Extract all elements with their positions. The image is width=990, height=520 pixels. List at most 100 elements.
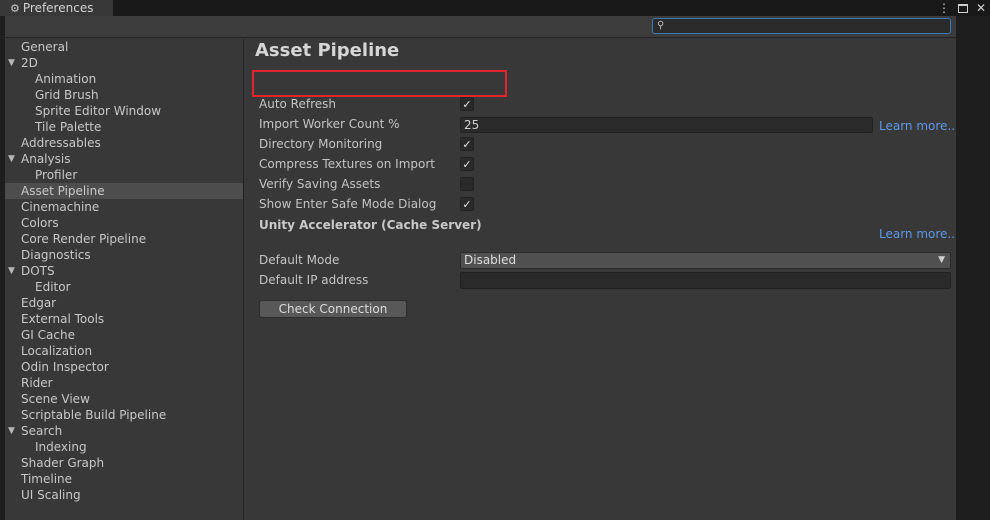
sidebar-item-label: General <box>21 40 69 54</box>
learn-more-link[interactable]: Learn more... <box>879 119 959 133</box>
sidebar-item-label: Scene View <box>21 392 90 406</box>
sidebar-item-label: Edgar <box>21 296 57 310</box>
sidebar-item[interactable]: Cinemachine <box>5 199 243 215</box>
sidebar-item-label: Tile Palette <box>35 120 102 134</box>
sidebar-item-label: Analysis <box>21 152 71 166</box>
sidebar-item[interactable]: External Tools <box>5 311 243 327</box>
page-title: Asset Pipeline <box>255 40 400 61</box>
gear-icon: ⚙ <box>10 1 20 15</box>
safe-mode-dialog-checkbox[interactable]: ✓ <box>460 197 474 211</box>
toolbar: ⚲ <box>5 16 956 38</box>
accelerator-heading: Unity Accelerator (Cache Server) <box>259 218 482 232</box>
sidebar-item-label: Indexing <box>35 440 87 454</box>
default-ip-field[interactable] <box>460 272 951 289</box>
sidebar-item[interactable]: Animation <box>5 71 243 87</box>
verify-saving-checkbox[interactable] <box>460 177 474 191</box>
compress-textures-checkbox[interactable]: ✓ <box>460 157 474 171</box>
close-icon[interactable]: ✕ <box>976 2 986 14</box>
sidebar-item-label: DOTS <box>21 264 55 278</box>
default-mode-label: Default Mode <box>259 253 340 267</box>
sidebar-item-label: Sprite Editor Window <box>35 104 162 118</box>
sidebar-item-label: Localization <box>21 344 93 358</box>
sidebar-item[interactable]: Core Render Pipeline <box>5 231 243 247</box>
sidebar-item[interactable]: Scene View <box>5 391 243 407</box>
maximize-icon[interactable] <box>957 3 968 13</box>
sidebar-item[interactable]: ▼ Analysis <box>5 151 243 167</box>
sidebar-item-label: Timeline <box>21 472 73 486</box>
sidebar-item-label: External Tools <box>21 312 105 326</box>
sidebar-item-label: Rider <box>21 376 53 390</box>
sidebar-item-label: Search <box>21 424 63 438</box>
sidebar-item-label: Odin Inspector <box>21 360 109 374</box>
sidebar-item-label: Scriptable Build Pipeline <box>21 408 167 422</box>
sidebar-item-label: Colors <box>21 216 59 230</box>
default-mode-dropdown[interactable]: Disabled ▼ <box>460 252 951 269</box>
sidebar-item[interactable]: GI Cache <box>5 327 243 343</box>
sidebar-item[interactable]: General <box>5 39 243 55</box>
sidebar-item[interactable]: ▼ 2D <box>5 55 243 71</box>
sidebar-item[interactable]: Edgar <box>5 295 243 311</box>
sidebar-item[interactable]: Tile Palette <box>5 119 243 135</box>
auto-refresh-checkbox[interactable]: ✓ <box>460 97 474 111</box>
sidebar-item[interactable]: Localization <box>5 343 243 359</box>
default-mode-value: Disabled <box>464 253 517 267</box>
default-ip-label: Default IP address <box>259 273 369 287</box>
search-box[interactable]: ⚲ <box>652 18 951 34</box>
more-options-icon[interactable]: ⋮ <box>938 2 950 14</box>
directory-monitoring-label: Directory Monitoring <box>259 137 383 151</box>
compress-textures-label: Compress Textures on Import <box>259 157 435 171</box>
expand-arrow-icon[interactable]: ▼ <box>8 423 15 439</box>
sidebar-item[interactable]: Colors <box>5 215 243 231</box>
sidebar-item[interactable]: UI Scaling <box>5 487 243 503</box>
sidebar-item[interactable]: ▼ Search <box>5 423 243 439</box>
sidebar-item-label: Profiler <box>35 168 78 182</box>
sidebar-item[interactable]: Asset Pipeline <box>5 183 243 199</box>
sidebar-item-label: UI Scaling <box>21 488 81 502</box>
check-connection-button[interactable]: Check Connection <box>259 300 407 318</box>
sidebar-item-label: 2D <box>21 56 38 70</box>
verify-saving-label: Verify Saving Assets <box>259 177 381 191</box>
sidebar-item-label: Core Render Pipeline <box>21 232 147 246</box>
sidebar-item[interactable]: Indexing <box>5 439 243 455</box>
sidebar-item[interactable]: Odin Inspector <box>5 359 243 375</box>
sidebar-item-label: Grid Brush <box>35 88 99 102</box>
window-controls: ⋮ ✕ <box>938 0 990 16</box>
sidebar-item-label: Diagnostics <box>21 248 91 262</box>
sidebar-item[interactable]: Diagnostics <box>5 247 243 263</box>
sidebar-item[interactable]: Timeline <box>5 471 243 487</box>
sidebar-item[interactable]: ▼ DOTS <box>5 263 243 279</box>
directory-monitoring-checkbox[interactable]: ✓ <box>460 137 474 151</box>
sidebar-item-label: GI Cache <box>21 328 75 342</box>
sidebar-item[interactable]: Shader Graph <box>5 455 243 471</box>
sidebar-item[interactable]: Addressables <box>5 135 243 151</box>
search-icon: ⚲ <box>657 20 665 31</box>
preferences-tab[interactable]: ⚙ Preferences <box>0 0 113 16</box>
accelerator-learn-more-link[interactable]: Learn more... <box>879 227 959 241</box>
preferences-window: ⚲ General ▼ 2D Animation Grid Brush Sprite Ed… <box>5 16 959 520</box>
sidebar-item-label: Editor <box>35 280 71 294</box>
sidebar-item-label: Asset Pipeline <box>21 184 105 198</box>
tab-title: Preferences <box>22 1 94 15</box>
expand-arrow-icon[interactable]: ▼ <box>8 151 15 167</box>
sidebar-item-label: Animation <box>35 72 97 86</box>
search-input[interactable] <box>669 19 945 33</box>
import-worker-count-label: Import Worker Count % <box>259 117 400 131</box>
sidebar-item[interactable]: Grid Brush <box>5 87 243 103</box>
sidebar-item-label: Shader Graph <box>21 456 105 470</box>
expand-arrow-icon[interactable]: ▼ <box>8 55 15 71</box>
settings-panel: Asset Pipeline Auto Refresh ✓ Import Wor… <box>245 39 959 520</box>
import-worker-count-field[interactable]: 25 <box>460 117 873 133</box>
sidebar: General ▼ 2D Animation Grid Brush Sprite Edit… <box>5 39 244 520</box>
sidebar-item[interactable]: Sprite Editor Window <box>5 103 243 119</box>
sidebar-item-label: Cinemachine <box>21 200 100 214</box>
right-gutter <box>956 16 990 520</box>
title-bar: ⚙ Preferences ⋮ ✕ <box>0 0 990 16</box>
sidebar-item[interactable]: Rider <box>5 375 243 391</box>
sidebar-item-label: Addressables <box>21 136 101 150</box>
safe-mode-dialog-label: Show Enter Safe Mode Dialog <box>259 197 437 211</box>
sidebar-item[interactable]: Scriptable Build Pipeline <box>5 407 243 423</box>
auto-refresh-label: Auto Refresh <box>259 97 336 111</box>
sidebar-item[interactable]: Profiler <box>5 167 243 183</box>
sidebar-item[interactable]: Editor <box>5 279 243 295</box>
expand-arrow-icon[interactable]: ▼ <box>8 263 15 279</box>
